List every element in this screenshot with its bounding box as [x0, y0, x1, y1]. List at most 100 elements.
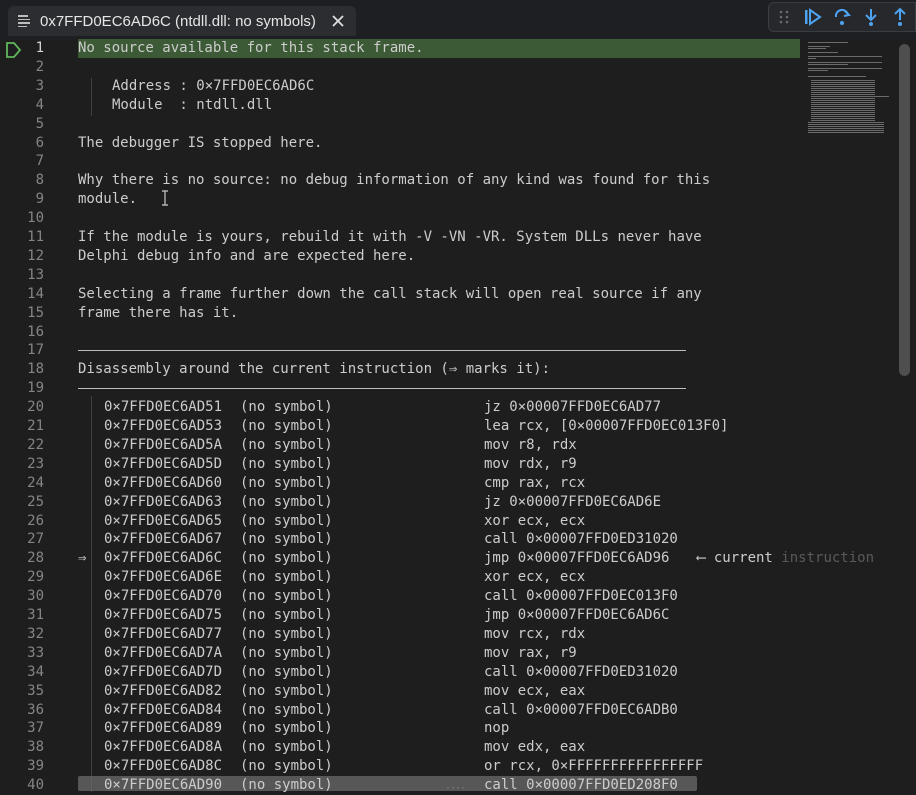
code-line[interactable]: 6 The debugger IS stopped here. — [0, 134, 900, 153]
instruction-text: xor ecx, ecx — [484, 512, 586, 529]
line-number: 38 — [27, 739, 44, 756]
code-line[interactable]: 1 No source available for this stack fram… — [0, 39, 900, 58]
code-line[interactable]: 7 — [0, 152, 900, 171]
code-text: module. — [78, 191, 138, 208]
disassembly-row[interactable]: 20 0×7FFD0EC6AD51 (no symbol) jz 0×00007FFD… — [0, 398, 900, 417]
step-over-icon[interactable] — [832, 7, 852, 27]
instruction-text: call 0×00007FFD0ED208F0 — [484, 777, 678, 794]
instruction-text: or rcx, 0×FFFFFFFFFFFFFFFF — [484, 758, 704, 775]
code-line[interactable]: 11 If the module is yours, rebuild it wit… — [0, 228, 900, 247]
line-number: 18 — [27, 361, 44, 378]
line-number: 3 — [35, 77, 44, 94]
close-icon[interactable] — [330, 13, 346, 29]
line-number: 12 — [27, 247, 44, 264]
line-number: 31 — [27, 607, 44, 623]
instruction-text: cmp rax, rcx — [484, 474, 586, 491]
code-line[interactable]: 17 — [0, 341, 900, 360]
instruction-text: mov edx, eax — [484, 739, 586, 756]
step-out-icon[interactable] — [890, 7, 910, 27]
line-number: 2 — [35, 58, 44, 75]
line-number: 35 — [27, 682, 44, 699]
drag-handle-icon[interactable] — [774, 7, 794, 27]
instruction-text: xor ecx, ecx — [484, 569, 586, 586]
code-text: Module : ntdll.dll — [112, 96, 273, 113]
line-number: 37 — [27, 720, 44, 737]
disassembly-row[interactable]: 38 0×7FFD0EC6AD8A (no symbol) mov edx, eax — [0, 738, 900, 757]
instruction-address: 0×7FFD0EC6AD90 — [104, 777, 223, 794]
instruction-symbol: (no symbol) — [240, 474, 333, 491]
disassembly-row[interactable]: 24 0×7FFD0EC6AD60 (no symbol) cmp rax, rcx — [0, 474, 900, 493]
disassembly-row[interactable]: 30 0×7FFD0EC6AD70 (no symbol) call 0×00007F… — [0, 587, 900, 606]
disassembly-row[interactable]: 31 0×7FFD0EC6AD75 (no symbol) jmp 0×00007FF… — [0, 606, 900, 625]
disassembly-row[interactable]: 29 0×7FFD0EC6AD6E (no symbol) xor ecx, ecx — [0, 568, 900, 587]
disassembly-row[interactable]: 21 0×7FFD0EC6AD53 (no symbol) lea rcx, [0×0… — [0, 417, 900, 436]
code-text: Why there is no source: no debug informa… — [78, 172, 711, 189]
disassembly-row[interactable]: 27 0×7FFD0EC6AD67 (no symbol) call 0×00007F… — [0, 530, 900, 549]
code-text: Selecting a frame further down the call … — [78, 285, 702, 302]
line-number: 10 — [27, 210, 44, 227]
code-line[interactable]: 14 Selecting a frame further down the cal… — [0, 285, 900, 304]
line-number: 40 — [27, 777, 44, 794]
disassembly-row[interactable]: 28 ⇒ 0×7FFD0EC6AD6C (no symbol) jmp 0×00007F… — [0, 549, 900, 568]
code-line[interactable]: 15 frame there has it. — [0, 304, 900, 323]
editor-tab[interactable]: 0x7FFD0EC6AD6C (ntdll.dll: no symbols) — [8, 6, 356, 36]
code-line[interactable]: 2 — [0, 58, 900, 77]
instruction-address: 0×7FFD0EC6AD7A — [104, 644, 223, 661]
line-number: 7 — [35, 153, 44, 170]
disassembly-row[interactable]: 23 0×7FFD0EC6AD5D (no symbol) mov rdx, r9 — [0, 455, 900, 474]
instruction-address: 0×7FFD0EC6AD6C — [104, 550, 223, 567]
line-number: 14 — [27, 285, 44, 302]
instruction-address: 0×7FFD0EC6AD89 — [104, 720, 223, 737]
disassembly-row[interactable]: 32 0×7FFD0EC6AD77 (no symbol) mov rcx, rdx — [0, 625, 900, 644]
disassembly-row[interactable]: 33 0×7FFD0EC6AD7A (no symbol) mov rax, r9 — [0, 644, 900, 663]
code-line[interactable]: 19 — [0, 379, 900, 398]
step-into-icon[interactable] — [861, 7, 881, 27]
line-number: 19 — [27, 380, 44, 397]
instruction-symbol: (no symbol) — [240, 682, 333, 699]
code-line[interactable]: 8 Why there is no source: no debug inform… — [0, 171, 900, 190]
vertical-scrollbar[interactable] — [899, 44, 910, 376]
instruction-symbol: (no symbol) — [240, 493, 333, 510]
line-number: 20 — [27, 399, 44, 416]
line-number: 4 — [35, 96, 44, 113]
disassembly-row[interactable]: 35 0×7FFD0EC6AD82 (no symbol) mov ecx, eax — [0, 682, 900, 701]
disassembly-row[interactable]: 25 0×7FFD0EC6AD63 (no symbol) jz 0×00007FFD… — [0, 493, 900, 512]
code-line[interactable]: 4 Module : ntdll.dll — [0, 96, 900, 115]
tab-bar: 0x7FFD0EC6AD6C (ntdll.dll: no symbols) — [0, 0, 916, 40]
code-line[interactable]: 3 Address : 0×7FFD0EC6AD6C — [0, 77, 900, 96]
code-line[interactable]: 9 module. — [0, 190, 900, 209]
continue-icon[interactable] — [803, 7, 823, 27]
line-number: 15 — [27, 304, 44, 321]
instruction-address: 0×7FFD0EC6AD70 — [104, 588, 223, 605]
code-line[interactable]: 18 Disassembly around the current instruc… — [0, 360, 900, 379]
instruction-text: call 0×00007FFD0ED31020 — [484, 663, 678, 680]
line-number: 26 — [27, 512, 44, 529]
disassembly-row[interactable]: 37 0×7FFD0EC6AD89 (no symbol) nop — [0, 719, 900, 738]
disassembly-row[interactable]: 36 0×7FFD0EC6AD84 (no symbol) call 0×00007F… — [0, 701, 900, 720]
line-number: 16 — [27, 323, 44, 340]
instruction-symbol: (no symbol) — [240, 588, 333, 605]
instruction-address: 0×7FFD0EC6AD5A — [104, 436, 223, 453]
line-number: 11 — [27, 229, 44, 245]
disassembly-row[interactable]: 34 0×7FFD0EC6AD7D (no symbol) call 0×00007F… — [0, 663, 900, 682]
instruction-text: call 0×00007FFD0EC6ADB0 — [484, 701, 678, 718]
instruction-symbol: (no symbol) — [240, 777, 333, 794]
code-text: Disassembly around the current instructi… — [78, 361, 551, 378]
code-line[interactable]: 10 — [0, 209, 900, 228]
disassembly-row[interactable]: 22 0×7FFD0EC6AD5A (no symbol) mov r8, rdx — [0, 436, 900, 455]
instruction-address: 0×7FFD0EC6AD84 — [104, 701, 223, 718]
instruction-symbol: (no symbol) — [240, 720, 333, 737]
code-line[interactable]: 16 — [0, 323, 900, 342]
code-text: The debugger IS stopped here. — [78, 134, 323, 151]
code-line[interactable]: 5 — [0, 115, 900, 134]
code-line[interactable]: 13 — [0, 266, 900, 285]
code-editor[interactable]: 1 No source available for this stack fram… — [0, 39, 916, 794]
tab-title: 0x7FFD0EC6AD6C (ntdll.dll: no symbols) — [40, 12, 316, 30]
resize-handle-icon[interactable] — [446, 786, 464, 790]
disassembly-row[interactable]: 39 0×7FFD0EC6AD8C (no symbol) or rcx, 0×FFF… — [0, 757, 900, 776]
line-number: 33 — [27, 644, 44, 661]
disassembly-row[interactable]: 26 0×7FFD0EC6AD65 (no symbol) xor ecx, ecx — [0, 512, 900, 531]
code-text: If the module is yours, rebuild it with … — [78, 229, 702, 245]
instruction-text: jz 0×00007FFD0EC6AD6E — [484, 493, 662, 510]
code-line[interactable]: 12 Delphi debug info and are expected her… — [0, 247, 900, 266]
